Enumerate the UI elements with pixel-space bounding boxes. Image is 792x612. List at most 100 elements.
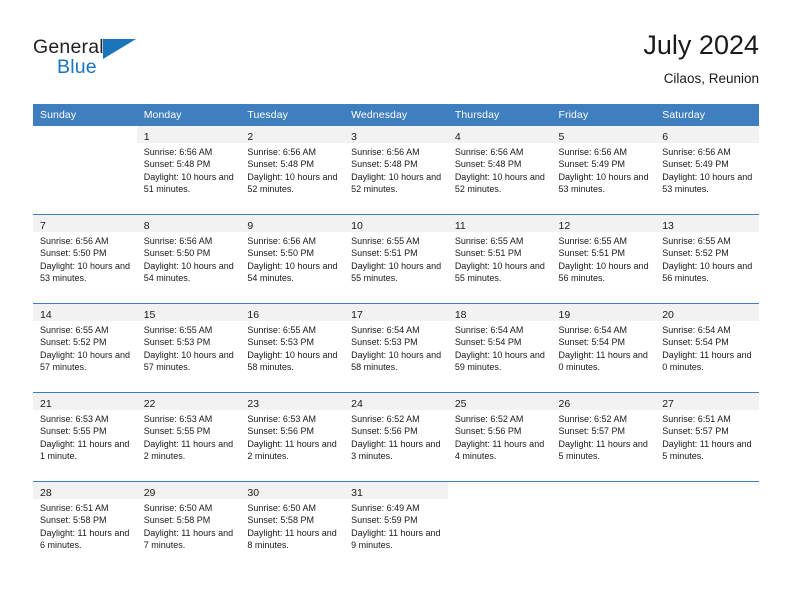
calendar-day-cell[interactable]: 10 Sunrise: 6:55 AM Sunset: 5:51 PM Dayligh…: [344, 215, 448, 303]
calendar-day-cell[interactable]: 31 Sunrise: 6:49 AM Sunset: 5:59 PM Dayligh…: [344, 482, 448, 570]
calendar-cell-empty: [551, 482, 656, 570]
calendar-day-cell[interactable]: 3 Sunrise: 6:56 AM Sunset: 5:48 PM Daylight…: [344, 126, 448, 214]
calendar-day-cell[interactable]: 5 Sunrise: 6:56 AM Sunset: 5:49 PM Daylight…: [551, 126, 656, 214]
calendar-day-cell[interactable]: 26 Sunrise: 6:52 AM Sunset: 5:57 PM Dayligh…: [551, 393, 656, 481]
calendar-day-cell[interactable]: 23 Sunrise: 6:53 AM Sunset: 5:56 PM Dayligh…: [240, 393, 345, 481]
day-info: Sunrise: 6:56 AM Sunset: 5:49 PM Daylight:…: [552, 143, 656, 196]
calendar-cell: 21 Sunrise: 6:53 AM Sunset: 5:55 PM Dayligh…: [33, 392, 137, 482]
daylight-text: Daylight: 11 hours and 3 minutes.: [351, 438, 441, 462]
sunset-text: Sunset: 5:50 PM: [247, 248, 314, 259]
calendar-cell: 30 Sunrise: 6:50 AM Sunset: 5:58 PM Dayligh…: [240, 481, 345, 570]
daylight-text: Daylight: 11 hours and 5 minutes.: [558, 438, 648, 462]
day-number-band: 3: [344, 126, 448, 143]
calendar-cell: 28 Sunrise: 6:51 AM Sunset: 5:58 PM Dayligh…: [33, 481, 137, 570]
sunset-text: Sunset: 5:53 PM: [247, 337, 314, 348]
page-subtitle: Cilaos, Reunion: [663, 71, 759, 86]
calendar-day-cell[interactable]: 14 Sunrise: 6:55 AM Sunset: 5:52 PM Dayligh…: [33, 304, 137, 392]
calendar-cell: 19 Sunrise: 6:54 AM Sunset: 5:54 PM Dayligh…: [551, 303, 656, 393]
calendar-day-cell[interactable]: 29 Sunrise: 6:50 AM Sunset: 5:58 PM Dayligh…: [136, 482, 241, 570]
daylight-text: Daylight: 10 hours and 56 minutes.: [558, 260, 649, 284]
calendar-day-cell[interactable]: 25 Sunrise: 6:52 AM Sunset: 5:56 PM Dayligh…: [447, 393, 552, 481]
sunrise-text: Sunrise: 6:56 AM: [558, 147, 628, 157]
daylight-text: Daylight: 10 hours and 55 minutes.: [454, 260, 545, 284]
calendar-day-cell[interactable]: 8 Sunrise: 6:56 AM Sunset: 5:50 PM Daylight…: [136, 215, 241, 303]
general-blue-logo[interactable]: General Blue: [33, 36, 153, 84]
calendar-day-cell[interactable]: 2 Sunrise: 6:56 AM Sunset: 5:48 PM Daylight…: [240, 126, 345, 214]
sunset-text: Sunset: 5:58 PM: [247, 515, 314, 526]
calendar-cell: 17 Sunrise: 6:54 AM Sunset: 5:53 PM Dayligh…: [344, 303, 448, 393]
sunset-text: Sunset: 5:50 PM: [40, 248, 107, 259]
calendar-cell: 22 Sunrise: 6:53 AM Sunset: 5:55 PM Dayligh…: [136, 392, 241, 482]
calendar-cell-empty: [447, 482, 552, 570]
sunrise-text: Sunrise: 6:50 AM: [247, 503, 316, 513]
calendar-day-cell[interactable]: 28 Sunrise: 6:51 AM Sunset: 5:58 PM Dayligh…: [33, 482, 137, 570]
day-number: 28: [40, 487, 52, 499]
sunrise-text: Sunrise: 6:53 AM: [143, 414, 213, 424]
day-number-band: 11: [447, 215, 552, 232]
day-number-band: 18: [447, 304, 552, 321]
daylight-text: Daylight: 10 hours and 54 minutes.: [143, 260, 234, 284]
sunset-text: Sunset: 5:49 PM: [558, 159, 626, 170]
day-info: Sunrise: 6:54 AM Sunset: 5:54 PM Daylight:…: [448, 321, 552, 374]
day-info: Sunrise: 6:52 AM Sunset: 5:56 PM Daylight:…: [448, 410, 552, 463]
sunset-text: Sunset: 5:53 PM: [143, 337, 211, 348]
calendar-day-cell[interactable]: 13 Sunrise: 6:55 AM Sunset: 5:52 PM Dayligh…: [655, 215, 759, 303]
day-number-band: 2: [240, 126, 345, 143]
day-info: Sunrise: 6:52 AM Sunset: 5:57 PM Daylight:…: [552, 410, 656, 463]
calendar-day-cell[interactable]: 18 Sunrise: 6:54 AM Sunset: 5:54 PM Dayligh…: [447, 304, 552, 392]
title-block: July 2024 Cilaos, Reunion: [643, 28, 759, 89]
sunset-text: Sunset: 5:56 PM: [351, 426, 418, 437]
weekday-header-saturday: Saturday: [655, 104, 759, 126]
daylight-text: Daylight: 10 hours and 54 minutes.: [247, 260, 338, 284]
day-info: Sunrise: 6:49 AM Sunset: 5:59 PM Daylight:…: [344, 499, 448, 552]
calendar-cell-empty: [33, 126, 137, 214]
calendar-day-cell[interactable]: 12 Sunrise: 6:55 AM Sunset: 5:51 PM Dayligh…: [551, 215, 656, 303]
day-info: Sunrise: 6:55 AM Sunset: 5:53 PM Daylight:…: [240, 321, 344, 374]
calendar-day-cell[interactable]: 21 Sunrise: 6:53 AM Sunset: 5:55 PM Dayligh…: [33, 393, 137, 481]
day-number: 3: [351, 131, 357, 143]
calendar-cell: [447, 481, 552, 570]
sunset-text: Sunset: 5:57 PM: [662, 426, 729, 437]
sunset-text: Sunset: 5:51 PM: [351, 248, 418, 259]
weekday-header-friday: Friday: [551, 104, 656, 126]
daylight-text: Daylight: 10 hours and 58 minutes.: [247, 349, 338, 373]
day-info: Sunrise: 6:54 AM Sunset: 5:54 PM Daylight:…: [655, 321, 759, 374]
calendar-day-cell[interactable]: 20 Sunrise: 6:54 AM Sunset: 5:54 PM Dayligh…: [655, 304, 759, 392]
calendar-day-cell[interactable]: 27 Sunrise: 6:51 AM Sunset: 5:57 PM Dayligh…: [655, 393, 759, 481]
daylight-text: Daylight: 10 hours and 55 minutes.: [351, 260, 442, 284]
calendar-day-cell[interactable]: 7 Sunrise: 6:56 AM Sunset: 5:50 PM Daylight…: [33, 215, 137, 303]
sunrise-text: Sunrise: 6:49 AM: [351, 503, 420, 513]
calendar-day-cell[interactable]: 6 Sunrise: 6:56 AM Sunset: 5:49 PM Daylight…: [655, 126, 759, 214]
calendar-day-cell[interactable]: 11 Sunrise: 6:55 AM Sunset: 5:51 PM Dayligh…: [447, 215, 552, 303]
day-number: 31: [351, 487, 363, 499]
day-number-band: 6: [655, 126, 759, 143]
calendar-cell: 16 Sunrise: 6:55 AM Sunset: 5:53 PM Dayligh…: [240, 303, 345, 393]
calendar-day-cell[interactable]: 1 Sunrise: 6:56 AM Sunset: 5:48 PM Daylight…: [136, 126, 241, 214]
day-info: Sunrise: 6:55 AM Sunset: 5:52 PM Daylight:…: [33, 321, 137, 374]
calendar-day-cell[interactable]: 4 Sunrise: 6:56 AM Sunset: 5:48 PM Daylight…: [447, 126, 552, 214]
calendar-day-cell[interactable]: 19 Sunrise: 6:54 AM Sunset: 5:54 PM Dayligh…: [551, 304, 656, 392]
calendar-cell: 4 Sunrise: 6:56 AM Sunset: 5:48 PM Daylight…: [447, 126, 552, 215]
page-title: July 2024: [643, 30, 759, 60]
calendar-day-cell[interactable]: 30 Sunrise: 6:50 AM Sunset: 5:58 PM Dayligh…: [240, 482, 345, 570]
day-number: 5: [558, 131, 565, 143]
day-number-band: 16: [240, 304, 345, 321]
calendar-day-cell[interactable]: 16 Sunrise: 6:55 AM Sunset: 5:53 PM Dayligh…: [240, 304, 345, 392]
sunset-text: Sunset: 5:58 PM: [40, 515, 107, 526]
calendar-day-cell[interactable]: 15 Sunrise: 6:55 AM Sunset: 5:53 PM Dayligh…: [136, 304, 241, 392]
sunrise-text: Sunrise: 6:56 AM: [247, 147, 316, 157]
day-number-band: 25: [447, 393, 552, 410]
day-info: Sunrise: 6:55 AM Sunset: 5:51 PM Daylight:…: [552, 232, 656, 285]
calendar-day-cell[interactable]: 22 Sunrise: 6:53 AM Sunset: 5:55 PM Dayligh…: [136, 393, 241, 481]
day-info: Sunrise: 6:55 AM Sunset: 5:52 PM Daylight:…: [655, 232, 759, 285]
calendar-day-cell[interactable]: 9 Sunrise: 6:56 AM Sunset: 5:50 PM Daylight…: [240, 215, 345, 303]
calendar-day-cell[interactable]: 24 Sunrise: 6:52 AM Sunset: 5:56 PM Dayligh…: [344, 393, 448, 481]
day-info: Sunrise: 6:51 AM Sunset: 5:58 PM Daylight:…: [33, 499, 137, 552]
calendar-cell: 15 Sunrise: 6:55 AM Sunset: 5:53 PM Dayligh…: [136, 303, 241, 393]
calendar-day-cell[interactable]: 17 Sunrise: 6:54 AM Sunset: 5:53 PM Dayligh…: [344, 304, 448, 392]
day-number-band: 19: [551, 304, 656, 321]
calendar-body: 1 Sunrise: 6:56 AM Sunset: 5:48 PM Daylight…: [33, 126, 759, 570]
day-info: Sunrise: 6:50 AM Sunset: 5:58 PM Daylight:…: [137, 499, 241, 552]
day-info: Sunrise: 6:56 AM Sunset: 5:50 PM Daylight:…: [240, 232, 344, 285]
day-number: 13: [662, 220, 674, 232]
